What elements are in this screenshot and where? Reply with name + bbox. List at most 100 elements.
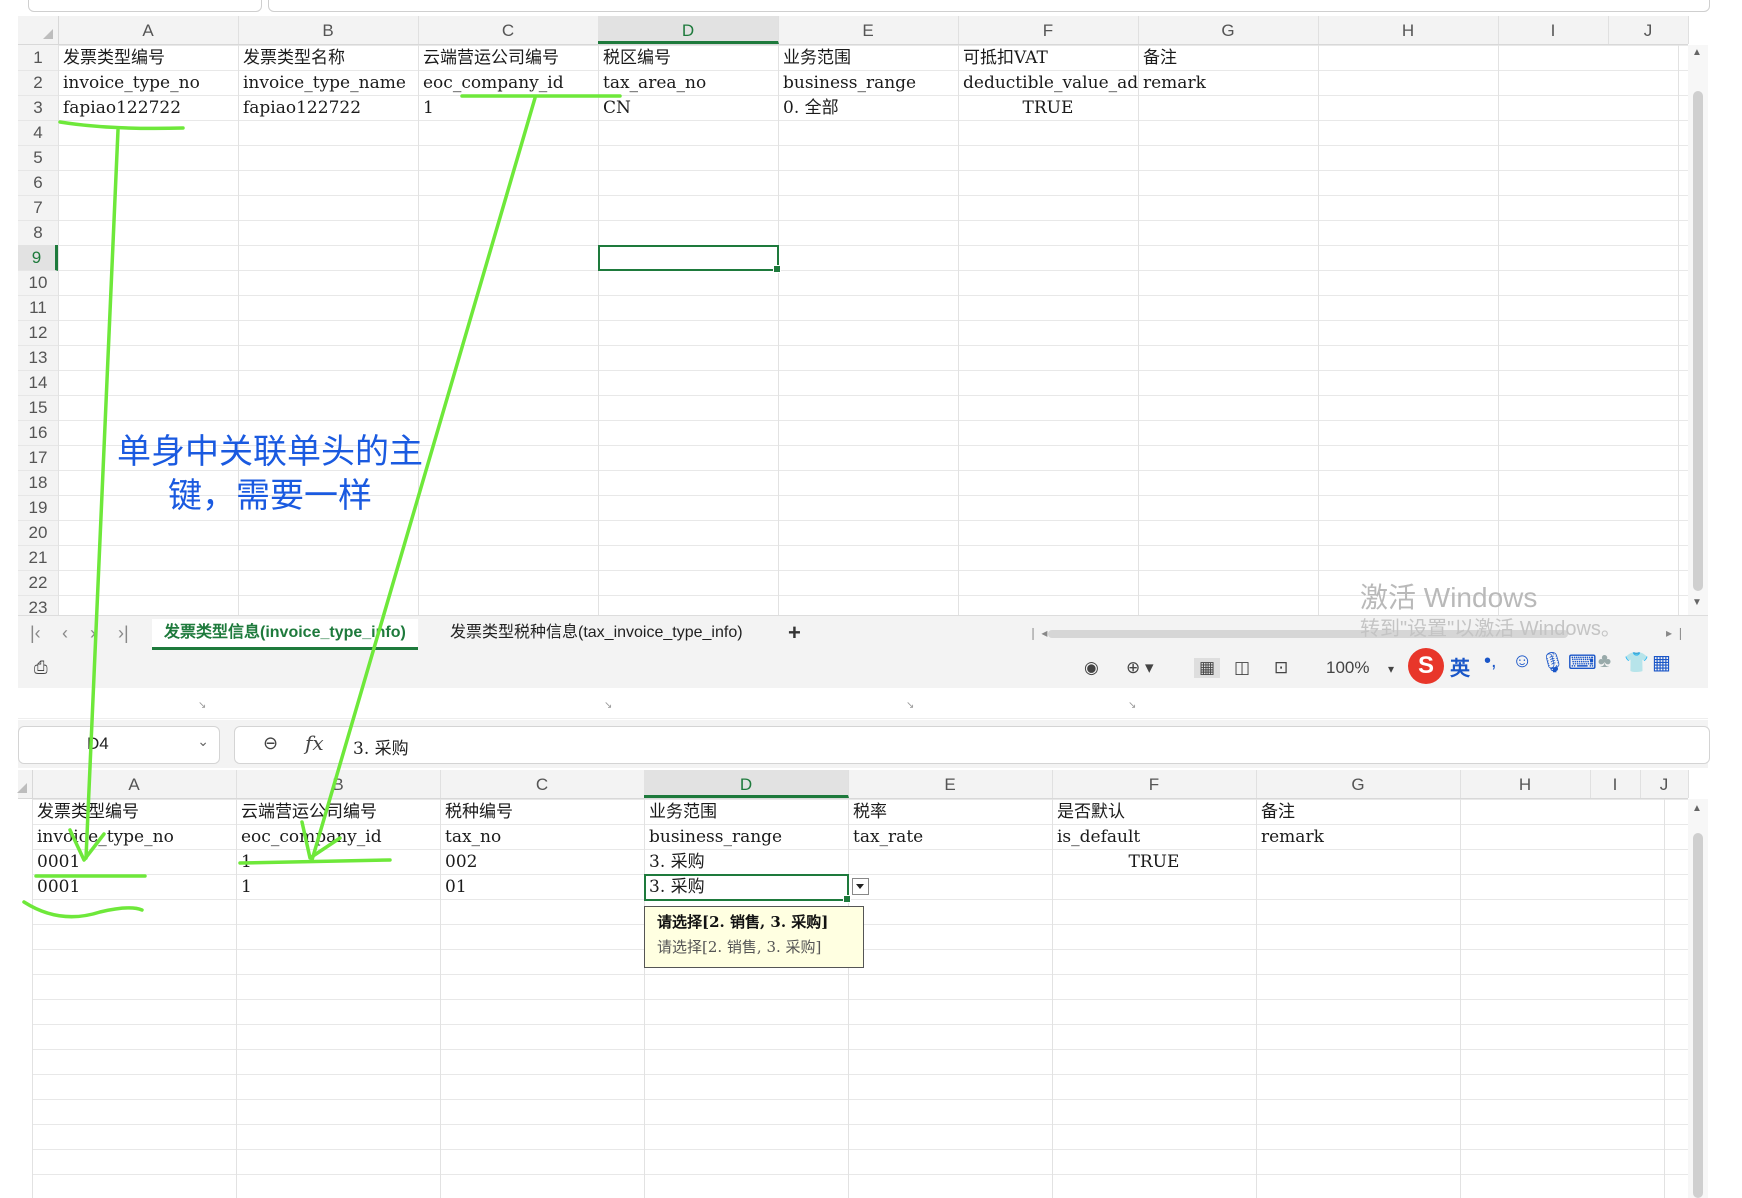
- row-header-6[interactable]: 6: [18, 170, 58, 196]
- zoom-level[interactable]: 100%: [1326, 658, 1369, 678]
- bottom-cell-a2[interactable]: invoice_type_no: [34, 825, 237, 850]
- bottom-col-header-i[interactable]: I: [1590, 770, 1641, 798]
- page-break-view-icon[interactable]: ⊡: [1274, 658, 1288, 678]
- bottom-col-header-e[interactable]: E: [848, 770, 1053, 798]
- bottom-scroll-thumb[interactable]: [1693, 833, 1703, 1198]
- prev-sheet-icon[interactable]: ‹: [62, 623, 68, 644]
- formula-input[interactable]: ⊖ fx 3. 采购: [234, 726, 1710, 764]
- row-header-9[interactable]: 9: [18, 245, 58, 271]
- bottom-cell-a1[interactable]: 发票类型编号: [34, 800, 237, 825]
- next-sheet-icon[interactable]: ›: [90, 623, 96, 644]
- zoom-search-icon[interactable]: ⊖: [263, 733, 278, 754]
- ime-tools-icon[interactable]: ♣: [1598, 650, 1611, 673]
- col-header-i[interactable]: I: [1498, 16, 1609, 44]
- cell-f1[interactable]: 可抵扣VAT: [960, 46, 1139, 71]
- cell-g2[interactable]: remark: [1140, 71, 1319, 96]
- ribbon-expand-icon-2[interactable]: ↘: [604, 700, 612, 711]
- bottom-col-header-c[interactable]: C: [440, 770, 645, 798]
- bottom-cell-e3[interactable]: [850, 850, 1053, 875]
- bottom-cell-b3[interactable]: 1: [238, 850, 441, 875]
- bottom-cell-e1[interactable]: 税率: [850, 800, 1053, 825]
- tab-tax-invoice-type-info[interactable]: 发票类型税种信息(tax_invoice_type_info): [438, 619, 755, 647]
- col-header-g[interactable]: G: [1138, 16, 1319, 44]
- bottom-cell-a3[interactable]: 0001: [34, 850, 237, 875]
- cell-e2[interactable]: business_range: [780, 71, 959, 96]
- ribbon-expand-icon-1[interactable]: ↘: [198, 700, 206, 711]
- bottom-cell-a4[interactable]: 0001: [34, 875, 237, 900]
- last-sheet-icon[interactable]: ›|: [118, 623, 129, 644]
- zoom-dropdown-icon[interactable]: ▾: [1388, 662, 1394, 676]
- cell-f2[interactable]: deductible_value_add: [960, 71, 1139, 96]
- cell-c1[interactable]: 云端营运公司编号: [420, 46, 599, 71]
- bottom-cell-d2[interactable]: business_range: [646, 825, 849, 850]
- scroll-down-icon[interactable]: ▼: [1692, 597, 1702, 608]
- scroll-right-icon[interactable]: ▸ ❘: [1666, 626, 1685, 640]
- cell-b3[interactable]: fapiao122722: [240, 96, 419, 121]
- bottom-scroll-up-icon[interactable]: ▲: [1692, 803, 1702, 814]
- col-header-d[interactable]: D: [598, 16, 779, 44]
- scroll-up-icon[interactable]: ▲: [1692, 47, 1702, 58]
- bottom-cell-f2[interactable]: is_default: [1054, 825, 1257, 850]
- cell-b2[interactable]: invoice_type_name: [240, 71, 419, 96]
- cell-g1[interactable]: 备注: [1140, 46, 1319, 71]
- bottom-cell-b2[interactable]: eoc_company_id: [238, 825, 441, 850]
- bottom-col-header-g[interactable]: G: [1256, 770, 1461, 798]
- cell-c3[interactable]: 1: [420, 96, 599, 121]
- cell-d3[interactable]: CN: [600, 96, 779, 121]
- ime-language-label[interactable]: 英: [1450, 652, 1470, 681]
- ime-punctuation-icon[interactable]: •,: [1484, 650, 1497, 673]
- selected-cell-d9[interactable]: [598, 245, 781, 273]
- row-header-3[interactable]: 3: [18, 95, 58, 121]
- name-box[interactable]: D4 ⌄: [18, 726, 220, 764]
- col-header-f[interactable]: F: [958, 16, 1139, 44]
- bottom-cell-b1[interactable]: 云端营运公司编号: [238, 800, 441, 825]
- eye-protection-icon[interactable]: ◉: [1084, 658, 1099, 678]
- bottom-col-header-d[interactable]: D: [644, 770, 849, 798]
- cell-e3[interactable]: 0. 全部: [780, 96, 959, 121]
- row-header-8[interactable]: 8: [18, 220, 58, 246]
- cell-d2[interactable]: tax_area_no: [600, 71, 779, 96]
- row-header-19[interactable]: 19: [18, 495, 58, 521]
- selected-cell-d4[interactable]: [644, 874, 851, 903]
- chevron-down-icon[interactable]: ⌄: [197, 733, 209, 750]
- tab-split-handle-icon[interactable]: ❘ ◂: [1028, 626, 1047, 640]
- bottom-col-header-f[interactable]: F: [1052, 770, 1257, 798]
- top-cell-grid[interactable]: [58, 45, 1688, 615]
- row-header-15[interactable]: 15: [18, 395, 58, 421]
- bottom-cell-c2[interactable]: tax_no: [442, 825, 645, 850]
- col-header-j[interactable]: J: [1608, 16, 1689, 44]
- cell-a2[interactable]: invoice_type_no: [60, 71, 239, 96]
- cell-a3[interactable]: fapiao122722: [60, 96, 239, 121]
- row-header-14[interactable]: 14: [18, 370, 58, 396]
- row-header-10[interactable]: 10: [18, 270, 58, 296]
- bottom-cell-d1[interactable]: 业务范围: [646, 800, 849, 825]
- ribbon-expand-icon-3[interactable]: ↘: [906, 700, 914, 711]
- first-sheet-icon[interactable]: |‹: [30, 623, 41, 644]
- row-header-7[interactable]: 7: [18, 195, 58, 221]
- validation-dropdown-button[interactable]: [852, 878, 869, 895]
- cell-c2[interactable]: eoc_company_id: [420, 71, 599, 96]
- cell-b1[interactable]: 发票类型名称: [240, 46, 419, 71]
- tab-invoice-type-info[interactable]: 发票类型信息(invoice_type_info): [152, 619, 418, 650]
- normal-view-icon[interactable]: ▦: [1194, 658, 1221, 678]
- bottom-cell-g3[interactable]: [1258, 850, 1461, 875]
- top-scroll-thumb[interactable]: [1693, 91, 1703, 591]
- cell-f3[interactable]: TRUE: [958, 96, 1138, 121]
- bottom-cell-c4[interactable]: 01: [442, 875, 645, 900]
- formula-bar-stub[interactable]: [268, 0, 1710, 12]
- row-header-20[interactable]: 20: [18, 520, 58, 546]
- bottom-select-all-corner[interactable]: [17, 770, 33, 798]
- col-header-c[interactable]: C: [418, 16, 599, 44]
- bottom-cell-f3[interactable]: TRUE: [1052, 850, 1256, 875]
- row-header-18[interactable]: 18: [18, 470, 58, 496]
- ime-emoji-icon[interactable]: ☺: [1512, 650, 1532, 673]
- col-header-a[interactable]: A: [58, 16, 239, 44]
- function-icon[interactable]: fx: [305, 731, 324, 755]
- top-vertical-scrollbar[interactable]: ▲ ▼: [1688, 45, 1708, 615]
- cell-e1[interactable]: 业务范围: [780, 46, 959, 71]
- row-header-2[interactable]: 2: [18, 70, 58, 96]
- ribbon-expand-icon-4[interactable]: ↘: [1128, 700, 1136, 711]
- ime-skin-icon[interactable]: 👕: [1624, 650, 1649, 675]
- bottom-col-header-b[interactable]: B: [236, 770, 441, 798]
- row-header-13[interactable]: 13: [18, 345, 58, 371]
